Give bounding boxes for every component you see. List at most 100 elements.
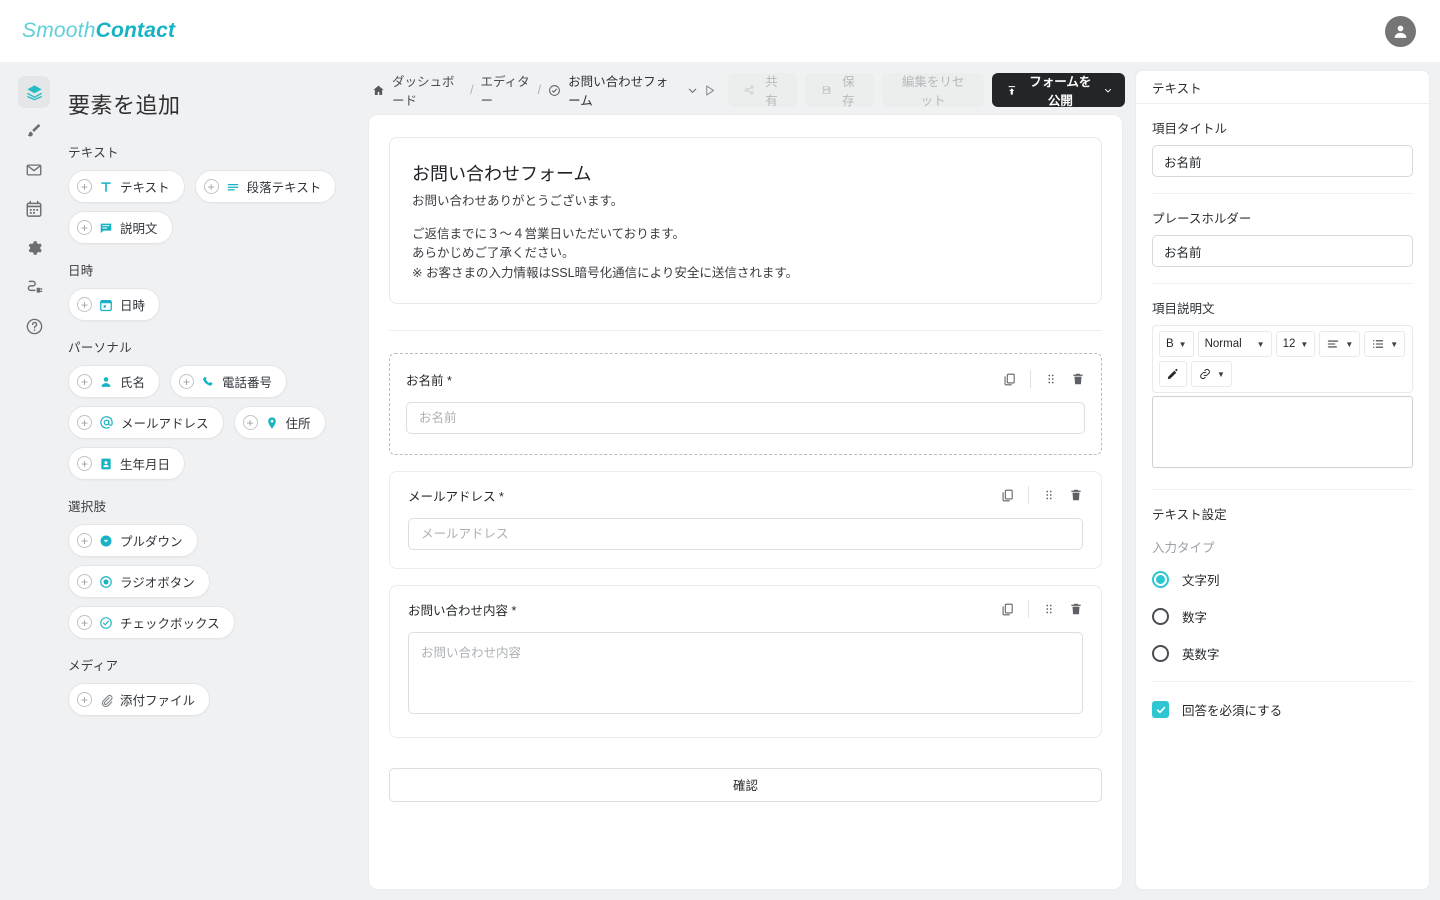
palette-chip-label: プルダウン — [120, 531, 183, 550]
breadcrumb-editor[interactable]: エディター — [481, 71, 531, 109]
required-asterisk: * — [447, 374, 452, 388]
dropdown-icon — [99, 534, 113, 548]
form-field[interactable]: メールアドレス * — [389, 471, 1102, 569]
chevron-down-icon[interactable] — [686, 84, 699, 97]
palette-chip-dropdown[interactable]: +プルダウン — [68, 524, 198, 557]
item-title-input[interactable] — [1152, 145, 1413, 177]
pen-highlight-button[interactable] — [1159, 361, 1187, 387]
rail-item-settings[interactable] — [18, 232, 50, 264]
input-type-option[interactable]: 英数字 — [1152, 644, 1413, 663]
copy-icon[interactable] — [1002, 372, 1017, 387]
palette-chip-person[interactable]: + 氏名 — [68, 365, 160, 398]
paperclip-icon — [99, 693, 113, 707]
palette-chip-at-sign[interactable]: +メールアドレス — [68, 406, 224, 439]
rail-item-help[interactable] — [18, 310, 50, 342]
rail-item-mail[interactable] — [18, 154, 50, 186]
palette-chip-label: 氏名 — [120, 372, 145, 391]
text-style-select[interactable]: Normal ▼ — [1198, 331, 1272, 357]
rich-text-toolbar: B ▼ Normal ▼ 12 ▼ ▼ — [1152, 325, 1413, 393]
field-input[interactable] — [408, 518, 1083, 550]
palette-chip-text-t[interactable]: +テキスト — [68, 170, 185, 203]
palette-chip-phone[interactable]: +電話番号 — [170, 365, 287, 398]
save-button[interactable]: 保存 — [805, 73, 874, 107]
breadcrumb: ダッシュボード / エディター / お問い合わせフォーム — [372, 71, 699, 109]
reset-edits-button[interactable]: 編集をリセット — [882, 73, 984, 107]
publish-label: フォームを公開 — [1027, 71, 1094, 109]
avatar[interactable] — [1385, 16, 1416, 47]
field-head: メールアドレス * — [408, 486, 1083, 505]
home-icon[interactable] — [372, 84, 385, 97]
palette-chip-calendar[interactable]: +日時 — [68, 288, 160, 321]
palette-chip-paragraph-lines[interactable]: +段落テキスト — [195, 170, 337, 203]
app-logo[interactable]: SmoothContact — [22, 19, 175, 43]
field-head: お名前 * — [406, 370, 1085, 389]
palette-chip-id-card[interactable]: +生年月日 — [68, 447, 185, 480]
rail-item-integrations[interactable] — [18, 271, 50, 303]
breadcrumb-dashboard[interactable]: ダッシュボード — [392, 71, 463, 109]
copy-icon[interactable] — [1000, 602, 1015, 617]
required-asterisk: * — [499, 490, 504, 504]
check-circle-icon — [548, 84, 561, 97]
description-textarea[interactable] — [1152, 396, 1413, 468]
field-textarea[interactable] — [408, 632, 1083, 714]
preview-button[interactable] — [699, 77, 720, 103]
palette-group-title: パーソナル — [68, 337, 346, 356]
breadcrumb-current[interactable]: お問い合わせフォーム — [568, 71, 669, 109]
publish-form-button[interactable]: フォームを公開 — [992, 73, 1125, 107]
palette-chip-row: +プルダウン +ラジオボタン +チェックボックス — [68, 524, 346, 639]
field-input[interactable] — [406, 402, 1085, 434]
palette-chip-paperclip[interactable]: +添付ファイル — [68, 683, 210, 716]
breadcrumb-separator-1: / — [470, 83, 473, 97]
form-header-card[interactable]: お問い合わせフォーム お問い合わせありがとうございます。 ご返信までに３〜４営業… — [389, 137, 1102, 304]
plug-icon — [25, 278, 43, 296]
rail-item-calendar[interactable] — [18, 193, 50, 225]
input-type-option[interactable]: 文字列 — [1152, 570, 1413, 589]
drag-handle-icon[interactable] — [1042, 488, 1056, 502]
link-button[interactable]: ▼ — [1191, 361, 1232, 387]
at-sign-icon — [99, 415, 114, 430]
palette-group: 日時 +日時 — [68, 260, 346, 321]
rail-item-design[interactable] — [18, 115, 50, 147]
caret-glyph: ▼ — [1257, 340, 1265, 349]
plus-icon: + — [77, 415, 92, 430]
rail-item-layers[interactable] — [18, 76, 50, 108]
submit-confirm-button[interactable]: 確認 — [389, 768, 1102, 802]
align-select[interactable]: ▼ — [1319, 331, 1360, 357]
drag-handle-icon[interactable] — [1044, 372, 1058, 386]
trash-icon[interactable] — [1071, 372, 1085, 386]
bold-button[interactable]: B ▼ — [1159, 331, 1194, 357]
form-field[interactable]: お名前 * — [389, 353, 1102, 455]
palette-chip-radio[interactable]: +ラジオボタン — [68, 565, 210, 598]
editor-toolbar: ダッシュボード / エディター / お問い合わせフォーム — [358, 70, 1131, 110]
palette-group-title: 日時 — [68, 260, 346, 279]
share-button[interactable]: 共有 — [728, 73, 797, 107]
trash-icon[interactable] — [1069, 488, 1083, 502]
drag-handle-icon[interactable] — [1042, 602, 1056, 616]
form-title: お問い合わせフォーム — [412, 160, 1079, 186]
palette-chip-comment-box[interactable]: +説明文 — [68, 211, 173, 244]
palette-group: メディア+添付ファイル — [68, 655, 346, 716]
pen-highlight-icon — [1166, 367, 1180, 381]
input-type-option[interactable]: 数字 — [1152, 607, 1413, 626]
list-select[interactable]: ▼ — [1364, 331, 1405, 357]
palette-chip-row: +テキスト +段落テキスト +説明文 — [68, 170, 346, 244]
form-field[interactable]: お問い合わせ内容 * — [389, 585, 1102, 738]
palette-chip-map-pin[interactable]: +住所 — [234, 406, 326, 439]
logo-smooth: Smooth — [22, 19, 96, 42]
placeholder-label: プレースホルダー — [1152, 208, 1413, 227]
palette-chip-label: 電話番号 — [222, 372, 272, 391]
input-type-option-label: 文字列 — [1182, 570, 1220, 589]
palette-heading: 要素を追加 — [68, 88, 346, 120]
required-asterisk: * — [512, 604, 517, 618]
palette-chip-check-circle[interactable]: +チェックボックス — [68, 606, 235, 639]
field-actions — [1002, 370, 1085, 388]
font-size-select[interactable]: 12 ▼ — [1276, 331, 1316, 357]
placeholder-input[interactable] — [1152, 235, 1413, 267]
require-answer-checkbox-row[interactable]: 回答を必須にする — [1152, 700, 1413, 719]
properties-panel: テキスト 項目タイトル プレースホルダー 項目説明文 B ▼ Normal ▼ … — [1135, 70, 1430, 890]
paragraph-lines-icon — [226, 180, 240, 194]
trash-icon[interactable] — [1069, 602, 1083, 616]
copy-icon[interactable] — [1000, 488, 1015, 503]
plus-icon: + — [77, 374, 92, 389]
palette-group-title: テキスト — [68, 142, 346, 161]
